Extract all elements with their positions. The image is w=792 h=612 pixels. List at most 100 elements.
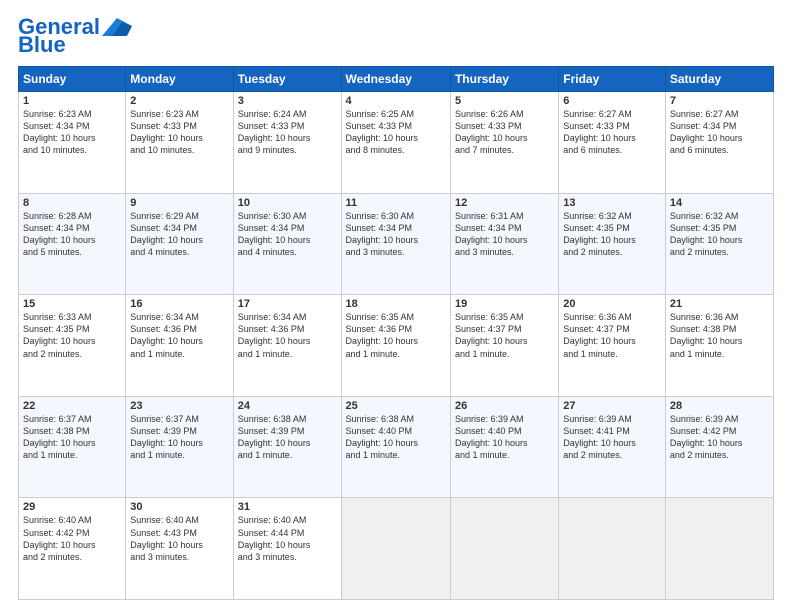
weekday-wednesday: Wednesday xyxy=(341,67,450,92)
day-info: Sunrise: 6:37 AMSunset: 4:38 PMDaylight:… xyxy=(23,414,96,460)
day-number: 24 xyxy=(238,400,337,412)
day-number: 19 xyxy=(455,298,554,310)
logo: General Blue xyxy=(18,16,132,56)
day-info: Sunrise: 6:34 AMSunset: 4:36 PMDaylight:… xyxy=(238,312,311,358)
calendar-cell: 19 Sunrise: 6:35 AMSunset: 4:37 PMDaylig… xyxy=(450,295,558,397)
day-number: 28 xyxy=(670,400,769,412)
calendar-cell: 13 Sunrise: 6:32 AMSunset: 4:35 PMDaylig… xyxy=(559,193,666,295)
day-number: 4 xyxy=(346,95,446,107)
day-number: 25 xyxy=(346,400,446,412)
day-number: 21 xyxy=(670,298,769,310)
weekday-tuesday: Tuesday xyxy=(233,67,341,92)
calendar-cell: 25 Sunrise: 6:38 AMSunset: 4:40 PMDaylig… xyxy=(341,396,450,498)
weekday-header-row: SundayMondayTuesdayWednesdayThursdayFrid… xyxy=(19,67,774,92)
day-number: 22 xyxy=(23,400,121,412)
calendar-cell: 29 Sunrise: 6:40 AMSunset: 4:42 PMDaylig… xyxy=(19,498,126,600)
day-info: Sunrise: 6:35 AMSunset: 4:37 PMDaylight:… xyxy=(455,312,528,358)
week-row-1: 1 Sunrise: 6:23 AMSunset: 4:34 PMDayligh… xyxy=(19,92,774,194)
calendar-cell: 26 Sunrise: 6:39 AMSunset: 4:40 PMDaylig… xyxy=(450,396,558,498)
weekday-sunday: Sunday xyxy=(19,67,126,92)
week-row-3: 15 Sunrise: 6:33 AMSunset: 4:35 PMDaylig… xyxy=(19,295,774,397)
calendar-cell: 7 Sunrise: 6:27 AMSunset: 4:34 PMDayligh… xyxy=(665,92,773,194)
header: General Blue xyxy=(18,16,774,56)
calendar-cell: 4 Sunrise: 6:25 AMSunset: 4:33 PMDayligh… xyxy=(341,92,450,194)
day-info: Sunrise: 6:33 AMSunset: 4:35 PMDaylight:… xyxy=(23,312,96,358)
logo-blue: Blue xyxy=(18,34,66,56)
day-number: 17 xyxy=(238,298,337,310)
calendar-cell: 28 Sunrise: 6:39 AMSunset: 4:42 PMDaylig… xyxy=(665,396,773,498)
calendar-cell xyxy=(450,498,558,600)
day-number: 12 xyxy=(455,197,554,209)
day-number: 16 xyxy=(130,298,228,310)
calendar-cell: 24 Sunrise: 6:38 AMSunset: 4:39 PMDaylig… xyxy=(233,396,341,498)
calendar-cell: 5 Sunrise: 6:26 AMSunset: 4:33 PMDayligh… xyxy=(450,92,558,194)
calendar-cell xyxy=(341,498,450,600)
day-number: 7 xyxy=(670,95,769,107)
day-info: Sunrise: 6:27 AMSunset: 4:33 PMDaylight:… xyxy=(563,109,636,155)
weekday-thursday: Thursday xyxy=(450,67,558,92)
calendar-cell: 16 Sunrise: 6:34 AMSunset: 4:36 PMDaylig… xyxy=(126,295,233,397)
calendar-cell xyxy=(559,498,666,600)
day-number: 23 xyxy=(130,400,228,412)
calendar-cell: 15 Sunrise: 6:33 AMSunset: 4:35 PMDaylig… xyxy=(19,295,126,397)
calendar-cell: 17 Sunrise: 6:34 AMSunset: 4:36 PMDaylig… xyxy=(233,295,341,397)
day-info: Sunrise: 6:39 AMSunset: 4:42 PMDaylight:… xyxy=(670,414,743,460)
day-info: Sunrise: 6:30 AMSunset: 4:34 PMDaylight:… xyxy=(238,211,311,257)
calendar-cell xyxy=(665,498,773,600)
calendar-cell: 22 Sunrise: 6:37 AMSunset: 4:38 PMDaylig… xyxy=(19,396,126,498)
logo-icon xyxy=(102,18,132,36)
calendar-cell: 30 Sunrise: 6:40 AMSunset: 4:43 PMDaylig… xyxy=(126,498,233,600)
day-info: Sunrise: 6:40 AMSunset: 4:44 PMDaylight:… xyxy=(238,515,311,561)
day-info: Sunrise: 6:27 AMSunset: 4:34 PMDaylight:… xyxy=(670,109,743,155)
day-number: 1 xyxy=(23,95,121,107)
calendar-cell: 2 Sunrise: 6:23 AMSunset: 4:33 PMDayligh… xyxy=(126,92,233,194)
day-number: 15 xyxy=(23,298,121,310)
day-number: 13 xyxy=(563,197,661,209)
day-number: 18 xyxy=(346,298,446,310)
day-info: Sunrise: 6:34 AMSunset: 4:36 PMDaylight:… xyxy=(130,312,203,358)
day-info: Sunrise: 6:35 AMSunset: 4:36 PMDaylight:… xyxy=(346,312,419,358)
day-info: Sunrise: 6:24 AMSunset: 4:33 PMDaylight:… xyxy=(238,109,311,155)
day-number: 9 xyxy=(130,197,228,209)
day-info: Sunrise: 6:23 AMSunset: 4:34 PMDaylight:… xyxy=(23,109,96,155)
day-info: Sunrise: 6:25 AMSunset: 4:33 PMDaylight:… xyxy=(346,109,419,155)
day-number: 6 xyxy=(563,95,661,107)
day-number: 8 xyxy=(23,197,121,209)
day-number: 10 xyxy=(238,197,337,209)
day-info: Sunrise: 6:36 AMSunset: 4:38 PMDaylight:… xyxy=(670,312,743,358)
day-info: Sunrise: 6:39 AMSunset: 4:41 PMDaylight:… xyxy=(563,414,636,460)
weekday-friday: Friday xyxy=(559,67,666,92)
day-number: 2 xyxy=(130,95,228,107)
week-row-2: 8 Sunrise: 6:28 AMSunset: 4:34 PMDayligh… xyxy=(19,193,774,295)
page: General Blue SundayMondayTuesdayWednesda… xyxy=(0,0,792,612)
day-info: Sunrise: 6:23 AMSunset: 4:33 PMDaylight:… xyxy=(130,109,203,155)
day-info: Sunrise: 6:26 AMSunset: 4:33 PMDaylight:… xyxy=(455,109,528,155)
calendar-cell: 20 Sunrise: 6:36 AMSunset: 4:37 PMDaylig… xyxy=(559,295,666,397)
calendar-cell: 10 Sunrise: 6:30 AMSunset: 4:34 PMDaylig… xyxy=(233,193,341,295)
day-info: Sunrise: 6:37 AMSunset: 4:39 PMDaylight:… xyxy=(130,414,203,460)
calendar-cell: 9 Sunrise: 6:29 AMSunset: 4:34 PMDayligh… xyxy=(126,193,233,295)
week-row-5: 29 Sunrise: 6:40 AMSunset: 4:42 PMDaylig… xyxy=(19,498,774,600)
day-number: 5 xyxy=(455,95,554,107)
day-info: Sunrise: 6:38 AMSunset: 4:40 PMDaylight:… xyxy=(346,414,419,460)
calendar-cell: 8 Sunrise: 6:28 AMSunset: 4:34 PMDayligh… xyxy=(19,193,126,295)
day-number: 31 xyxy=(238,501,337,513)
calendar-cell: 27 Sunrise: 6:39 AMSunset: 4:41 PMDaylig… xyxy=(559,396,666,498)
calendar-cell: 6 Sunrise: 6:27 AMSunset: 4:33 PMDayligh… xyxy=(559,92,666,194)
day-number: 20 xyxy=(563,298,661,310)
day-info: Sunrise: 6:29 AMSunset: 4:34 PMDaylight:… xyxy=(130,211,203,257)
week-row-4: 22 Sunrise: 6:37 AMSunset: 4:38 PMDaylig… xyxy=(19,396,774,498)
calendar-cell: 11 Sunrise: 6:30 AMSunset: 4:34 PMDaylig… xyxy=(341,193,450,295)
calendar-cell: 21 Sunrise: 6:36 AMSunset: 4:38 PMDaylig… xyxy=(665,295,773,397)
calendar-cell: 12 Sunrise: 6:31 AMSunset: 4:34 PMDaylig… xyxy=(450,193,558,295)
day-number: 14 xyxy=(670,197,769,209)
calendar-cell: 23 Sunrise: 6:37 AMSunset: 4:39 PMDaylig… xyxy=(126,396,233,498)
day-info: Sunrise: 6:28 AMSunset: 4:34 PMDaylight:… xyxy=(23,211,96,257)
calendar-cell: 3 Sunrise: 6:24 AMSunset: 4:33 PMDayligh… xyxy=(233,92,341,194)
day-number: 27 xyxy=(563,400,661,412)
day-info: Sunrise: 6:36 AMSunset: 4:37 PMDaylight:… xyxy=(563,312,636,358)
calendar-table: SundayMondayTuesdayWednesdayThursdayFrid… xyxy=(18,66,774,600)
day-number: 11 xyxy=(346,197,446,209)
day-number: 30 xyxy=(130,501,228,513)
day-number: 29 xyxy=(23,501,121,513)
